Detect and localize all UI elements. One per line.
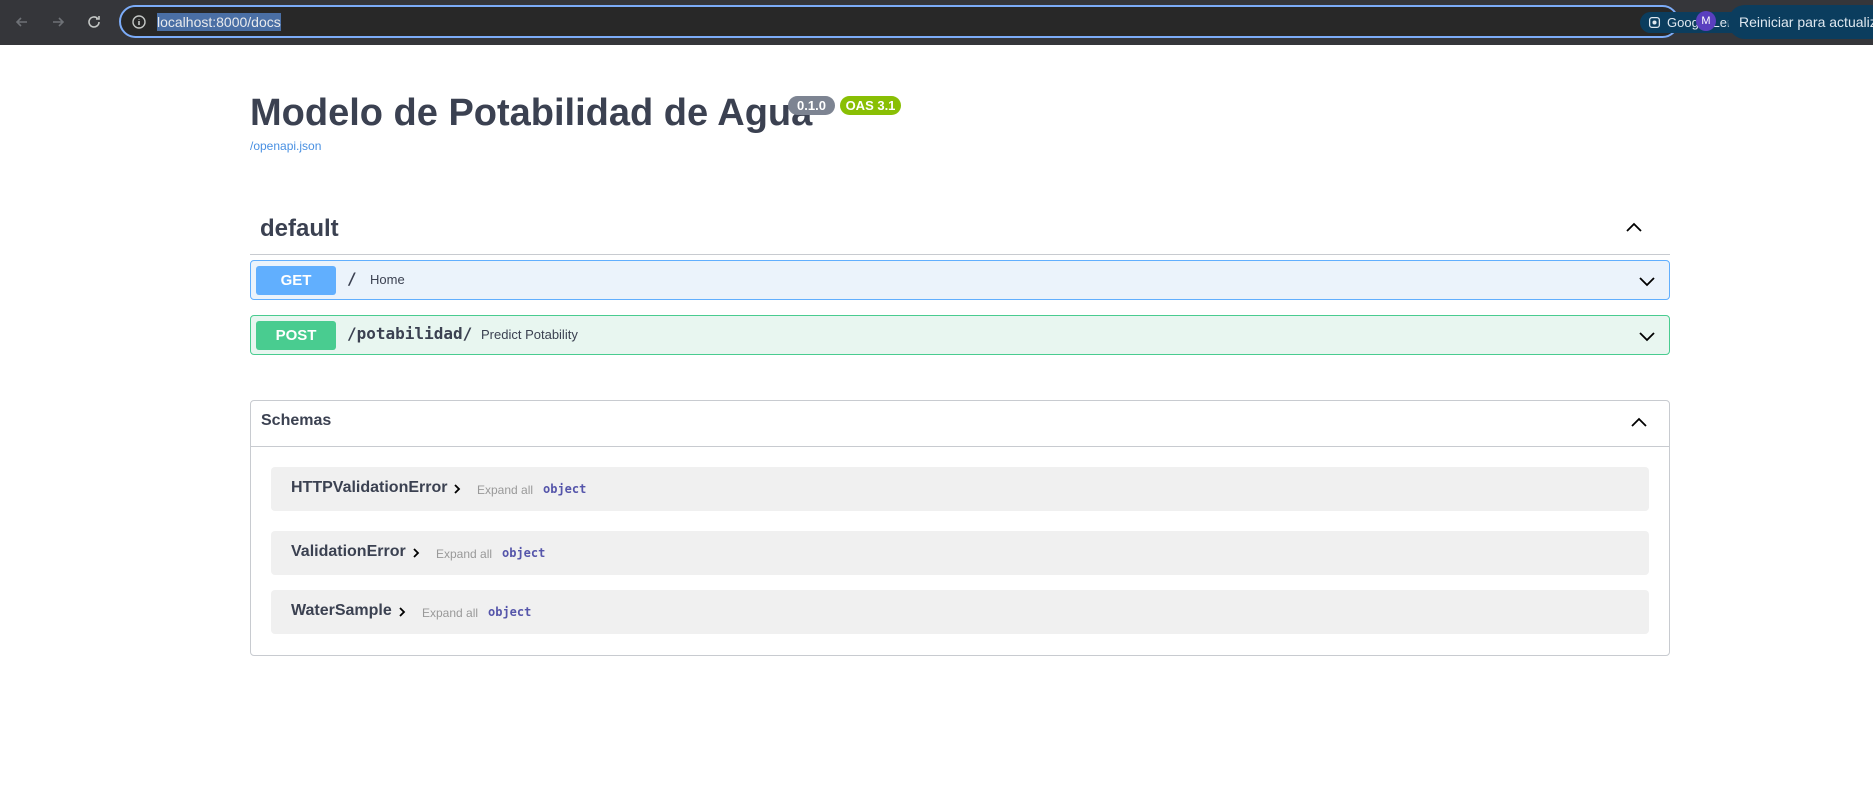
schemas-header[interactable]: Schemas — [251, 401, 1669, 447]
lens-icon — [1648, 16, 1661, 29]
openapi-json-link[interactable]: /openapi.json — [250, 139, 321, 153]
chevron-right-icon[interactable] — [396, 606, 408, 618]
reload-button[interactable] — [82, 10, 106, 34]
expand-all-button[interactable]: Expand all — [436, 547, 492, 561]
schemas-section: Schemas HTTPValidationError Expand all o… — [250, 400, 1670, 656]
operation-summary: Home — [370, 272, 405, 287]
operation-get-home[interactable]: GET / Home — [250, 260, 1670, 300]
chevron-down-icon[interactable] — [1637, 326, 1657, 346]
method-badge: POST — [256, 321, 336, 350]
tag-header-default[interactable]: default — [250, 208, 1670, 255]
url-text[interactable]: localhost:8000/docs — [157, 13, 281, 31]
model-name[interactable]: HTTPValidationError — [291, 479, 447, 497]
chevron-right-icon[interactable] — [410, 547, 422, 559]
model-validationerror[interactable]: ValidationError Expand all object — [271, 531, 1649, 575]
chevron-right-icon[interactable] — [451, 483, 463, 495]
model-httpvalidationerror[interactable]: HTTPValidationError Expand all object — [271, 467, 1649, 511]
chevron-up-icon[interactable] — [1629, 413, 1649, 433]
operation-path: /potabilidad/ — [347, 324, 473, 343]
browser-toolbar: localhost:8000/docs Google Lens M Reinic… — [0, 0, 1873, 45]
forward-button[interactable] — [46, 10, 70, 34]
profile-avatar[interactable]: M — [1696, 11, 1716, 31]
schemas-title: Schemas — [261, 412, 332, 429]
model-type: object — [502, 546, 546, 560]
operation-summary: Predict Potability — [481, 327, 578, 342]
model-watersample[interactable]: WaterSample Expand all object — [271, 590, 1649, 634]
chevron-down-icon[interactable] — [1637, 271, 1657, 291]
back-button[interactable] — [10, 10, 34, 34]
chevron-up-icon[interactable] — [1624, 218, 1644, 238]
operation-post-potabilidad[interactable]: POST /potabilidad/ Predict Potability — [250, 315, 1670, 355]
page-title: Modelo de Potabilidad de Agua — [250, 92, 813, 134]
operation-path: / — [347, 269, 357, 288]
expand-all-button[interactable]: Expand all — [422, 606, 478, 620]
relaunch-button[interactable]: Reiniciar para actualizar — [1728, 5, 1873, 39]
model-name[interactable]: WaterSample — [291, 602, 392, 620]
info-icon[interactable] — [131, 14, 147, 30]
address-bar[interactable]: localhost:8000/docs Google Lens — [119, 5, 1784, 38]
model-type: object — [488, 605, 532, 619]
expand-all-button[interactable]: Expand all — [477, 483, 533, 497]
oas-badge: OAS 3.1 — [840, 96, 901, 115]
method-badge: GET — [256, 266, 336, 295]
tag-title: default — [260, 215, 339, 242]
arrow-right-icon — [53, 17, 65, 27]
model-name[interactable]: ValidationError — [291, 543, 406, 561]
arrow-left-icon — [15, 17, 27, 27]
reload-icon — [88, 16, 100, 28]
version-badge: 0.1.0 — [788, 96, 835, 115]
model-type: object — [543, 482, 587, 496]
